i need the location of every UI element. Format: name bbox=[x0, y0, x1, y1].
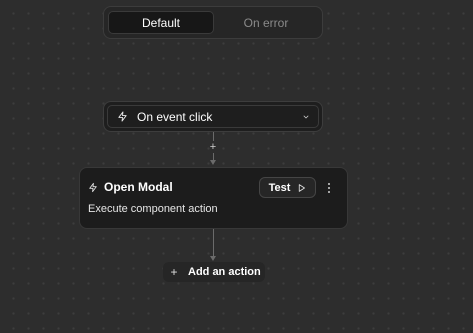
play-icon bbox=[297, 183, 306, 193]
action-title: Open Modal bbox=[88, 180, 173, 194]
more-vertical-icon[interactable] bbox=[322, 180, 336, 196]
tab-on-error[interactable]: On error bbox=[214, 11, 318, 34]
trigger-node: On event click bbox=[103, 101, 323, 132]
connector-line bbox=[213, 229, 214, 256]
trigger-label: On event click bbox=[137, 109, 213, 124]
tab-on-error-label: On error bbox=[243, 15, 289, 30]
test-button-label: Test bbox=[268, 181, 291, 194]
chevron-down-icon bbox=[302, 113, 310, 121]
connector-line bbox=[213, 132, 214, 141]
action-node[interactable]: Open Modal Execute component action Test bbox=[79, 167, 348, 229]
plus-icon: + bbox=[209, 141, 217, 153]
add-action-label: Add an action bbox=[188, 266, 261, 278]
trigger-select[interactable]: On event click bbox=[107, 105, 319, 128]
lightning-icon bbox=[117, 111, 128, 122]
action-description: Execute component action bbox=[88, 203, 218, 215]
test-button[interactable]: Test bbox=[259, 177, 316, 198]
tab-default[interactable]: Default bbox=[108, 11, 214, 34]
lightning-icon bbox=[88, 182, 98, 193]
insert-step-button[interactable]: + bbox=[207, 141, 219, 153]
arrow-down-icon bbox=[210, 256, 216, 261]
tab-default-label: Default bbox=[141, 15, 181, 30]
action-title-text: Open Modal bbox=[104, 180, 173, 194]
plus-icon: + bbox=[170, 265, 178, 279]
branch-tabs: Default On error bbox=[103, 6, 323, 39]
add-action-button[interactable]: + Add an action bbox=[163, 262, 265, 282]
arrow-down-icon bbox=[210, 160, 216, 165]
connector-line bbox=[213, 153, 214, 160]
